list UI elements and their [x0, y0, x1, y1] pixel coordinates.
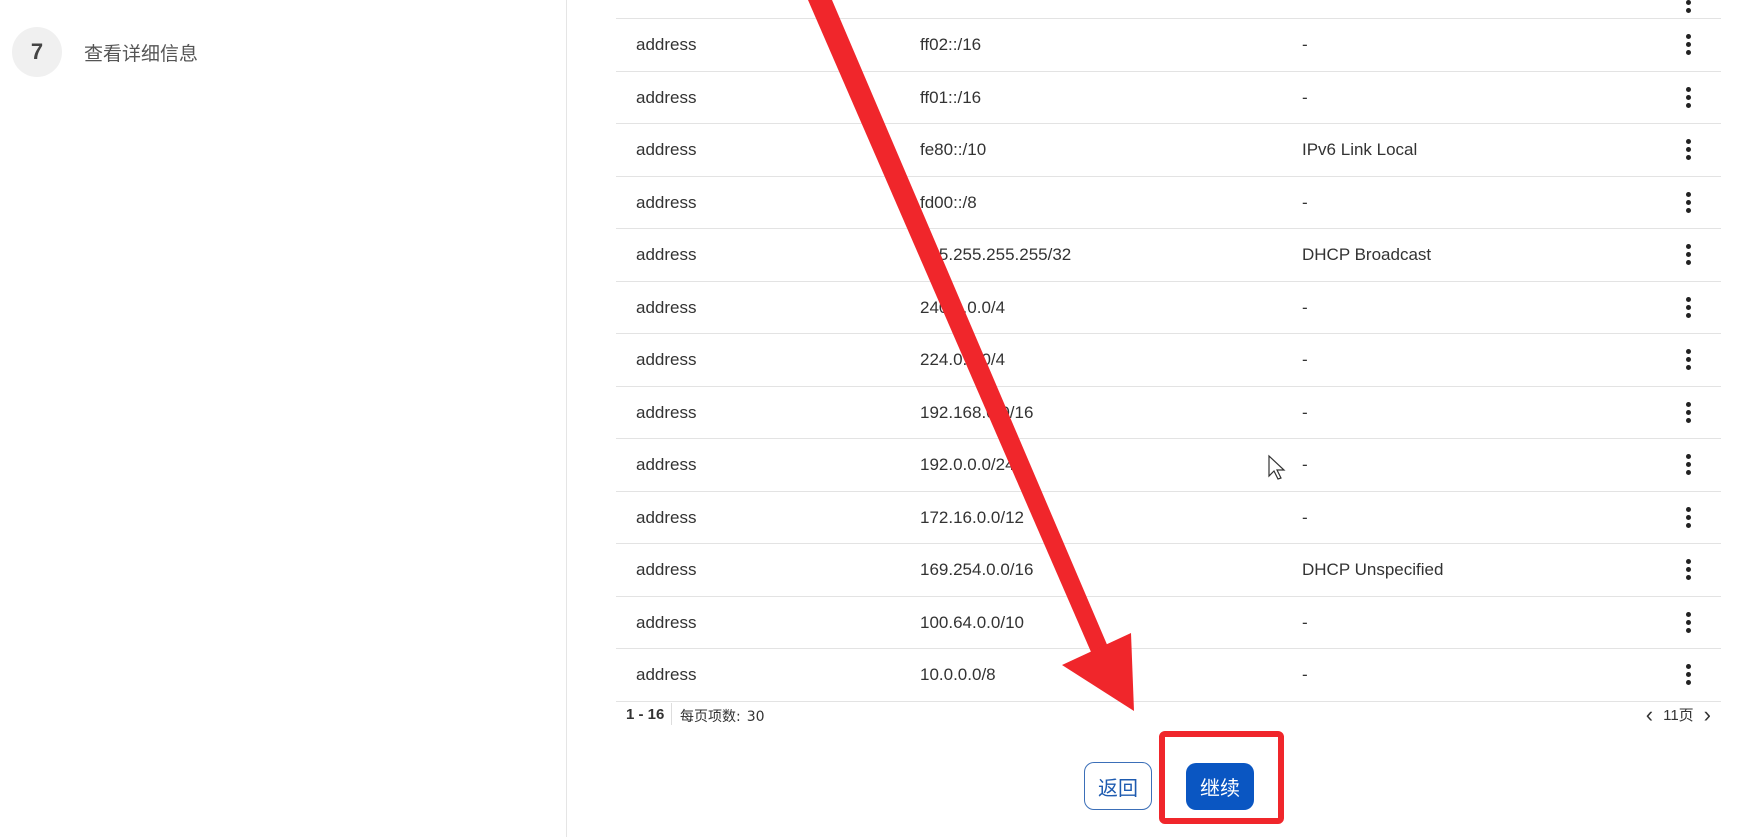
- more-options-icon[interactable]: [1683, 611, 1693, 634]
- table-row: address ff02::/16 -: [616, 19, 1721, 72]
- table-row: address 100.64.0.0/10 -: [616, 597, 1721, 649]
- page-count: 11页: [1663, 707, 1694, 724]
- table-row: address 240.0.0.0/4 -: [616, 282, 1721, 334]
- more-options-icon[interactable]: [1683, 34, 1693, 56]
- chevron-right-icon[interactable]: ›: [1704, 703, 1711, 725]
- chevron-left-icon[interactable]: ‹: [1646, 703, 1653, 725]
- cell-type: address: [636, 35, 697, 54]
- cell-type: address: [636, 507, 697, 527]
- step-label: 查看详细信息: [84, 42, 199, 65]
- per-page-label: 每页项数:: [680, 709, 741, 725]
- more-options-icon[interactable]: [1683, 191, 1693, 214]
- cell-type: address: [636, 402, 697, 422]
- per-page-control[interactable]: 每页项数: 30: [680, 706, 765, 726]
- more-options-icon[interactable]: [1683, 349, 1693, 371]
- table-row: address 255.255.255.255/32 DHCP Broadcast: [616, 229, 1721, 282]
- cell-value: 255.255.255.255/32: [920, 245, 1072, 264]
- more-options-icon[interactable]: [1683, 86, 1693, 109]
- cell-description: -: [1302, 297, 1308, 317]
- cell-description: IPv6 Link Local: [1302, 140, 1418, 159]
- cell-value: 169.254.0.0/16: [920, 560, 1034, 579]
- cell-description: -: [1302, 87, 1308, 107]
- pagination-range: 1 - 16: [626, 706, 665, 723]
- table-row: address 224.0.0.0/4 -: [616, 334, 1721, 387]
- step-panel: 7 查看详细信息: [0, 0, 567, 837]
- table-row: address fd00::/8 -: [616, 177, 1721, 229]
- back-button[interactable]: 返回: [1084, 762, 1152, 810]
- cell-type: address: [636, 350, 697, 369]
- more-options-icon[interactable]: [1683, 559, 1693, 581]
- table-row: address 10.0.0.0/8 -: [616, 649, 1721, 702]
- table-row: [616, 0, 1721, 19]
- cell-type: address: [636, 455, 697, 474]
- cell-value: 10.0.0.0/8: [920, 665, 996, 684]
- cell-description: DHCP Broadcast: [1302, 245, 1432, 264]
- more-options-icon[interactable]: [1683, 296, 1693, 319]
- cell-description: -: [1302, 402, 1308, 422]
- cell-type: address: [636, 612, 697, 632]
- cell-description: -: [1302, 35, 1308, 54]
- page-navigation: ‹ 11页 ›: [1646, 703, 1711, 725]
- cell-value: 192.168.0.0/16: [920, 402, 1034, 422]
- continue-button[interactable]: 继续: [1186, 763, 1254, 810]
- pagination-divider: [671, 703, 672, 725]
- pagination: 1 - 16 每页项数: 30 ‹ 11页 ›: [616, 700, 1721, 730]
- cell-description: -: [1302, 455, 1308, 474]
- cell-description: -: [1302, 192, 1308, 212]
- cell-type: address: [636, 192, 697, 212]
- cell-type: address: [636, 87, 697, 107]
- cell-value: ff02::/16: [920, 35, 982, 54]
- table-row: address ff01::/16 -: [616, 72, 1721, 124]
- more-options-icon[interactable]: [1683, 664, 1693, 686]
- more-options-icon[interactable]: [1683, 0, 1693, 14]
- more-options-icon[interactable]: [1683, 454, 1693, 476]
- cell-value: fd00::/8: [920, 192, 977, 212]
- step-item: 7 查看详细信息: [12, 27, 198, 77]
- cell-description: -: [1302, 665, 1308, 684]
- cell-type: address: [636, 140, 697, 159]
- cell-type: address: [636, 560, 697, 579]
- cell-value: fe80::/10: [920, 140, 987, 159]
- more-options-icon[interactable]: [1683, 401, 1693, 424]
- table-row: address 192.0.0.0/24 -: [616, 439, 1721, 492]
- cell-description: -: [1302, 507, 1308, 527]
- cell-value: 100.64.0.0/10: [920, 612, 1024, 632]
- per-page-value[interactable]: 30: [747, 709, 765, 725]
- cell-type: address: [636, 665, 697, 684]
- table-row: address fe80::/10 IPv6 Link Local: [616, 124, 1721, 177]
- table-row: address 172.16.0.0/12 -: [616, 492, 1721, 544]
- cell-type: address: [636, 245, 697, 264]
- cell-value: 172.16.0.0/12: [920, 507, 1024, 527]
- more-options-icon[interactable]: [1683, 139, 1693, 161]
- cell-value: ff01::/16: [920, 87, 982, 107]
- address-table: address ff02::/16- address ff01::/16- addres…: [616, 0, 1721, 702]
- more-options-icon[interactable]: [1683, 506, 1693, 529]
- cell-value: 224.0.0.0/4: [920, 350, 1006, 369]
- cell-value: 240.0.0.0/4: [920, 297, 1006, 317]
- cell-description: -: [1302, 612, 1308, 632]
- cell-description: -: [1302, 350, 1308, 369]
- table-row: address 192.168.0.0/16 -: [616, 387, 1721, 439]
- cell-value: 192.0.0.0/24: [920, 455, 1015, 474]
- step-number: 7: [12, 27, 62, 77]
- more-options-icon[interactable]: [1683, 244, 1693, 266]
- cell-description: DHCP Unspecified: [1302, 560, 1444, 579]
- cell-type: address: [636, 297, 697, 317]
- table-row: address 169.254.0.0/16 DHCP Unspecified: [616, 544, 1721, 597]
